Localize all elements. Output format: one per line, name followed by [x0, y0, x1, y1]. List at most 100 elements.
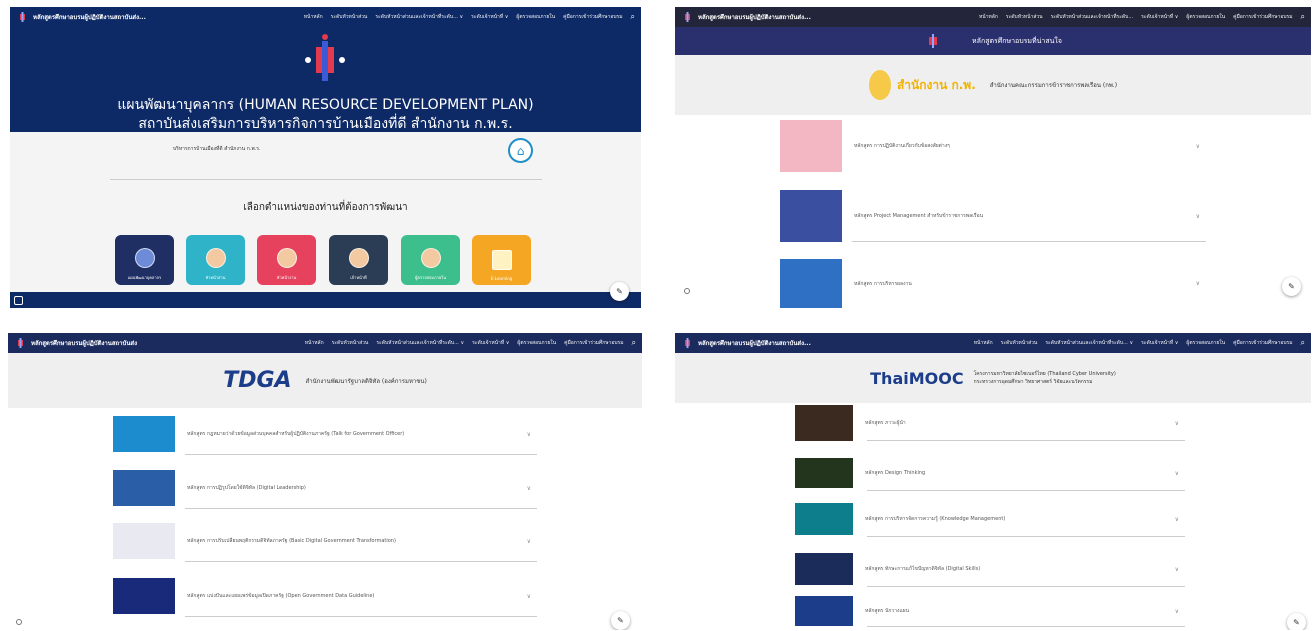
- chevron-down-icon[interactable]: ∨: [1196, 213, 1200, 220]
- chevron-down-icon[interactable]: ∨: [1196, 280, 1200, 287]
- course-row[interactable]: หลักสูตร กฎหมายว่าด้วยข้อมูลส่วนบุคคลสำห…: [113, 413, 537, 455]
- nav-item-division-head[interactable]: ระดับหัวหน้าส่วน: [331, 13, 368, 21]
- chevron-down-icon[interactable]: ∨: [527, 431, 531, 438]
- site-title-link[interactable]: หลักสูตรศึกษาอบรมผู้ปฏิบัติงานสถาบันส่ง: [31, 338, 137, 348]
- course-row[interactable]: หลักสูตร Project Management สำหรับข้าราช…: [780, 190, 1206, 242]
- nav-item-division-staff[interactable]: ระดับหัวหน้าส่วนและเจ้าหน้าที่ระดับ... ∨: [375, 13, 463, 21]
- course-thumbnail: [113, 416, 175, 452]
- chevron-down-icon[interactable]: ∨: [527, 485, 531, 492]
- divider: [867, 536, 1185, 537]
- nav-item-officer[interactable]: ระดับเจ้าหน้าที่ ∨: [471, 13, 508, 21]
- divider: [867, 440, 1185, 441]
- nav-item-officer[interactable]: ระดับเจ้าหน้าที่ ∨: [472, 339, 509, 347]
- course-row[interactable]: หลักสูตร การปฏิบัติงานเกี่ยวกับข้อสงสัยต…: [780, 120, 1206, 172]
- course-thumbnail: [795, 553, 853, 585]
- nav-item-manual[interactable]: คู่มือการเข้าร่วมศึกษาอบรม: [1233, 13, 1292, 21]
- chevron-down-icon[interactable]: ∨: [1196, 143, 1200, 150]
- nav-item-officer[interactable]: ระดับเจ้าหน้าที่ ∨: [1141, 13, 1178, 21]
- nav-item-division-staff[interactable]: ระดับหัวหน้าส่วนและเจ้าหน้าที่ระดับ...: [1051, 13, 1134, 21]
- course-row[interactable]: หลักสูตร ทักษะการแก้ไขปัญหาดิจิทัล (Digi…: [795, 551, 1185, 587]
- nav-item-division-staff[interactable]: ระดับหัวหน้าส่วนและเจ้าหน้าที่ระดับ... ∨: [1045, 339, 1133, 347]
- chevron-down-icon[interactable]: ∨: [1175, 516, 1179, 523]
- course-title: หลักสูตร กฎหมายว่าด้วยข้อมูลส่วนบุคคลสำห…: [187, 431, 405, 437]
- nav-item-auditor[interactable]: ผู้ตรวจสอบภายใน: [1186, 339, 1225, 347]
- nav-item-home[interactable]: หน้าหลัก: [304, 13, 323, 21]
- divider: [110, 179, 542, 180]
- nav-item-division-head[interactable]: ระดับหัวหน้าส่วน: [332, 339, 369, 347]
- home-icon[interactable]: ⌂: [508, 138, 533, 163]
- avatar: [205, 248, 226, 268]
- tdga-logo: TDGA: [223, 368, 292, 393]
- course-row[interactable]: หลักสูตร Design Thinking ∨: [795, 455, 1185, 491]
- chevron-down-icon[interactable]: ∨: [1175, 420, 1179, 427]
- top-nav-bar: หลักสูตรศึกษาอบรมผู้ปฏิบัติงานสถาบันส่ง …: [8, 333, 642, 353]
- nav-item-auditor[interactable]: ผู้ตรวจสอบภายใน: [516, 13, 555, 21]
- institute-emblem-icon: [305, 34, 345, 81]
- course-title: หลักสูตร นักวางแผน: [865, 608, 910, 614]
- course-row[interactable]: หลักสูตร การบริหารจัดการความรู้ (Knowled…: [795, 501, 1185, 537]
- site-logo-icon[interactable]: [681, 338, 693, 348]
- nav-item-manual[interactable]: คู่มือการเข้าร่วมศึกษาอบรม: [1233, 339, 1292, 347]
- course-row[interactable]: หลักสูตร การปรับเปลี่ยนพฤติกรรมดิจิทัลภา…: [113, 520, 537, 562]
- course-thumbnail: [795, 458, 853, 488]
- edit-pencil-icon[interactable]: ✎: [1287, 613, 1306, 630]
- search-icon[interactable]: ⌕: [632, 338, 636, 348]
- divider: [185, 616, 537, 617]
- chevron-down-icon[interactable]: ∨: [1175, 470, 1179, 477]
- nav-item-division-head[interactable]: ระดับหัวหน้าส่วน: [1001, 339, 1038, 347]
- nav-item-division-staff[interactable]: ระดับหัวหน้าส่วนและเจ้าหน้าที่ระดับ... ∨: [376, 339, 464, 347]
- search-icon[interactable]: ⌕: [1301, 12, 1305, 22]
- site-logo-icon[interactable]: [16, 12, 28, 22]
- card-officer[interactable]: เจ้าหน้าที่: [329, 235, 388, 285]
- avatar: [276, 248, 297, 268]
- site-logo-icon[interactable]: [14, 338, 26, 348]
- site-title-link[interactable]: หลักสูตรศึกษาอบรมผู้ปฏิบัติงานสถาบันส่ง.…: [698, 12, 811, 22]
- course-row[interactable]: หลักสูตร นักวางแผน ∨: [795, 595, 1185, 627]
- card-division-head[interactable]: หัวหน้าส่วน: [186, 235, 245, 285]
- course-row[interactable]: หลักสูตร การปฏิรูปโดยใช้ดิจิทัล (Digital…: [113, 467, 537, 509]
- nav-item-manual[interactable]: คู่มือการเข้าร่วมศึกษาอบรม: [564, 339, 623, 347]
- nav-item-manual[interactable]: คู่มือการเข้าร่วมศึกษาอบรม: [563, 13, 622, 21]
- breadcrumb[interactable]: บริหารการบ้านเมืองที่ดี สำนักงาน ก.พ.ร.: [173, 145, 261, 153]
- avatar: [420, 248, 441, 268]
- site-title-link[interactable]: หลักสูตรศึกษาอบรมผู้ปฏิบัติงานสถาบันส่ง.…: [33, 12, 146, 22]
- edit-pencil-icon[interactable]: ✎: [1282, 277, 1301, 296]
- course-row[interactable]: หลักสูตร การบริหารผลงาน ∨: [780, 259, 1206, 308]
- card-e-learning[interactable]: E-Learning: [472, 235, 531, 285]
- top-nav-bar: หลักสูตรศึกษาอบรมผู้ปฏิบัติงานสถาบันส่ง.…: [675, 333, 1311, 353]
- nav-item-auditor[interactable]: ผู้ตรวจสอบภายใน: [517, 339, 556, 347]
- chevron-down-icon[interactable]: ∨: [527, 538, 531, 545]
- nav-item-home[interactable]: หน้าหลัก: [305, 339, 324, 347]
- instagram-icon[interactable]: [14, 296, 23, 305]
- nav-item-auditor[interactable]: ผู้ตรวจสอบภายใน: [1186, 13, 1225, 21]
- nav-item-division-head[interactable]: ระดับหัวหน้าส่วน: [1006, 13, 1043, 21]
- divider: [867, 626, 1185, 627]
- chevron-down-icon[interactable]: ∨: [527, 593, 531, 600]
- ocsc-seal-icon: [868, 70, 891, 100]
- nav-item-officer[interactable]: ระดับเจ้าหน้าที่ ∨: [1141, 339, 1178, 347]
- divider: [867, 490, 1185, 491]
- featured-courses-title: หลักสูตรศึกษาอบรมที่น่าสนใจ: [972, 36, 1062, 45]
- card-auditor[interactable]: ผู้ตรวจสอบภายใน: [401, 235, 460, 285]
- nav-item-home[interactable]: หน้าหลัก: [979, 13, 998, 21]
- search-icon[interactable]: ⌕: [1301, 338, 1305, 348]
- nav-item-home[interactable]: หน้าหลัก: [974, 339, 993, 347]
- settings-dot-icon[interactable]: [684, 288, 690, 294]
- chevron-down-icon[interactable]: ∨: [1175, 566, 1179, 573]
- course-title: หลักสูตร การบริหารจัดการความรู้ (Knowled…: [865, 516, 1006, 522]
- course-title: หลักสูตร ทักษะการแก้ไขปัญหาดิจิทัล (Digi…: [865, 566, 981, 572]
- site-logo-icon[interactable]: [681, 12, 693, 22]
- edit-pencil-icon[interactable]: ✎: [611, 611, 630, 630]
- search-icon[interactable]: ⌕: [631, 12, 635, 22]
- settings-dot-icon[interactable]: [16, 619, 22, 625]
- card-label: แผนพัฒนาบุคลากร: [127, 275, 162, 280]
- course-row[interactable]: หลักสูตร ภาวะผู้นำ ∨: [795, 405, 1185, 441]
- site-title-link[interactable]: หลักสูตรศึกษาอบรมผู้ปฏิบัติงานสถาบันส่ง.…: [698, 338, 811, 348]
- course-row[interactable]: หลักสูตร แบ่งปันและเผยแพร่ข้อมูลเปิดภาคร…: [113, 575, 537, 617]
- edit-pencil-icon[interactable]: ✎: [610, 282, 629, 301]
- card-development-plan[interactable]: แผนพัฒนาบุคลากร: [115, 235, 174, 285]
- course-thumbnail: [780, 259, 842, 308]
- card-section-head[interactable]: หัวหน้างาน: [257, 235, 316, 285]
- chevron-down-icon[interactable]: ∨: [1175, 608, 1179, 615]
- screenshot-ocsc-courses: หลักสูตรศึกษาอบรมที่น่าสนใจ หลักสูตรศึกษ…: [675, 7, 1311, 308]
